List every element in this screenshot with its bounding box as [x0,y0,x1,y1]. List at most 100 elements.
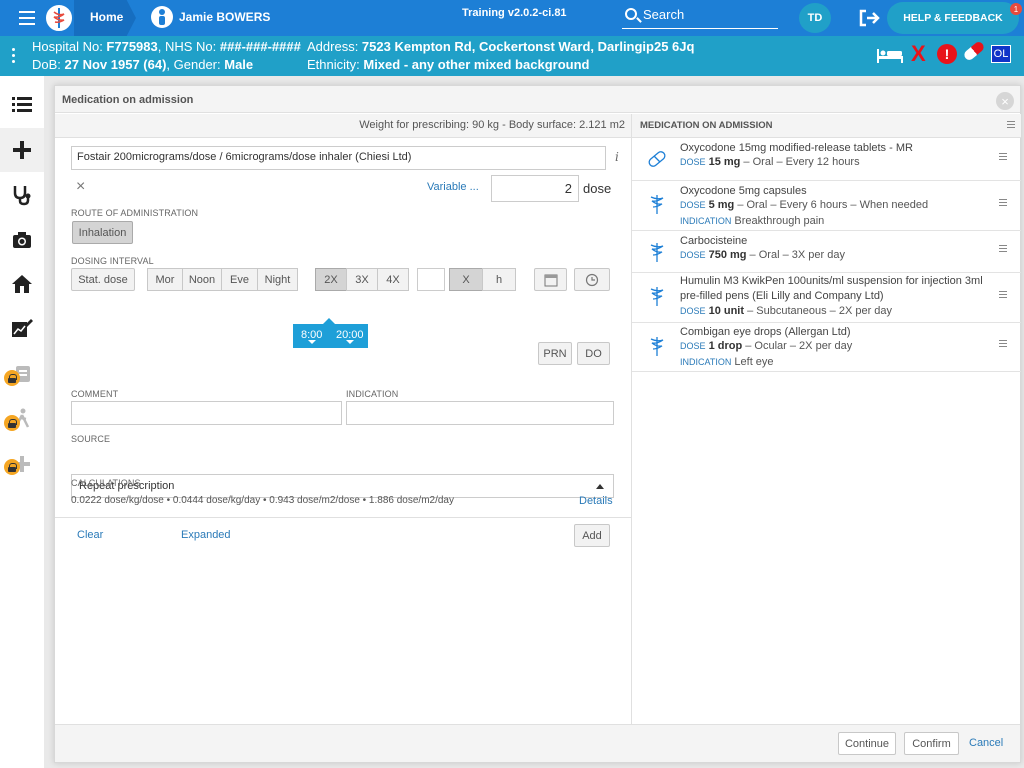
medication-dose-line: DOSE 750 mg – Oral – 3X per day [680,249,845,261]
freq-3x-button[interactable]: 3X [346,268,378,291]
top-bar: Home Jamie BOWERS Training v2.0.2-ci.81 … [0,0,1024,36]
menu-icon[interactable] [999,245,1007,254]
alert-icon[interactable]: ! [937,44,957,64]
interval-hours-button[interactable]: h [482,268,516,291]
time-of-day-group: Mor Noon Eve Night [147,268,298,291]
patient-name[interactable]: Jamie BOWERS [179,10,270,24]
weight-text: Weight for prescribing: 90 kg - Body sur… [359,119,625,131]
add-button[interactable]: Add [574,524,610,547]
dose-field[interactable]: 2 [491,175,579,202]
administration-times: 8:00 20:00 [293,318,368,348]
hamburger-menu-icon[interactable] [19,11,35,25]
dob-line: DoB: 27 Nov 1957 (64), Gender: Male [32,57,254,72]
list-icon[interactable] [0,82,44,126]
gender: Male [224,57,254,72]
route-label: ROUTE OF ADMINISTRATION [71,208,199,218]
banner-menu-icon[interactable] [12,48,16,66]
noon-button[interactable]: Noon [182,268,222,291]
tasks-icon[interactable] [0,352,44,396]
stat-dose-button[interactable]: Stat. dose [71,268,135,291]
pill-icon[interactable] [962,40,986,62]
cancel-link[interactable]: Cancel [969,737,1003,749]
modal-header: Medication on admission × [55,86,1020,113]
address-line: Address: 7523 Kempton Rd, Cockertonst Wa… [307,39,695,54]
variable-dose-link[interactable]: Variable ... [427,181,479,193]
menu-icon[interactable] [999,291,1007,300]
close-icon[interactable]: × [996,92,1014,110]
modal-footer: Continue Confirm Cancel [55,724,1020,762]
medication-list-header: MEDICATION ON ADMISSION [632,114,1021,138]
chevron-down-icon[interactable] [346,340,354,344]
medication-item[interactable]: Oxycodone 15mg modified-release tablets … [632,138,1021,181]
chevron-down-icon[interactable] [308,340,316,344]
menu-icon[interactable] [999,153,1007,162]
lock-icon [4,459,20,475]
interval-unit-group: X h [449,268,516,291]
walking-icon[interactable] [0,397,44,441]
medication-name: Combigan eye drops (Allergan Ltd) [680,326,851,338]
weight-bar: Weight for prescribing: 90 kg - Body sur… [55,114,631,138]
time-schedule-button[interactable] [574,268,610,291]
confirm-button[interactable]: Confirm [904,732,959,755]
left-sidebar [0,76,44,768]
medication-item[interactable]: Combigan eye drops (Allergan Ltd) DOSE 1… [632,323,1021,372]
night-button[interactable]: Night [257,268,298,291]
calculations-text: 0.0222 dose/kg/dose • 0.0444 dose/kg/day… [71,495,454,506]
edit-chart-icon[interactable] [0,306,44,350]
search-label: Search [643,7,685,22]
route-inhalation-button[interactable]: Inhalation [72,221,133,244]
form-divider [55,517,631,518]
help-feedback-button[interactable]: HELP & FEEDBACK [887,2,1019,34]
allergy-x-icon[interactable]: X [911,41,926,67]
address: 7523 Kempton Rd, Cockertonst Ward, Darli… [361,39,695,54]
search-box[interactable]: Search [622,5,778,29]
comment-label: COMMENT [71,389,119,399]
clock-icon [585,273,599,286]
morning-button[interactable]: Mor [147,268,183,291]
indication-input[interactable] [346,401,614,425]
stethoscope-icon[interactable] [0,173,44,217]
medication-dose-line: DOSE 1 drop – Ocular – 2X per day [680,340,853,352]
lock-icon [4,415,20,431]
medication-indication-line: INDICATION Breakthrough pain [680,215,825,227]
bed-icon[interactable] [876,47,904,63]
interval-number-input[interactable] [417,268,445,291]
do-button[interactable]: DO [577,342,610,365]
add-icon[interactable] [0,442,44,486]
logout-icon[interactable] [858,9,880,27]
medication-item[interactable]: Oxycodone 5mg capsules DOSE 5 mg – Oral … [632,181,1021,231]
ol-badge[interactable]: OL [991,45,1011,63]
date-of-birth: 27 Nov 1957 (64) [64,57,167,72]
calendar-button[interactable] [534,268,567,291]
expanded-link[interactable]: Expanded [181,529,231,541]
medication-item[interactable]: Carbocisteine DOSE 750 mg – Oral – 3X pe… [632,231,1021,273]
info-icon[interactable]: i [615,150,619,164]
camera-icon[interactable] [0,218,44,262]
evening-button[interactable]: Eve [221,268,258,291]
medication-indication-line: INDICATION Left eye [680,356,774,368]
caduceus-icon [650,243,664,262]
freq-2x-button[interactable]: 2X [315,268,347,291]
interval-x-button[interactable]: X [449,268,483,291]
menu-icon[interactable] [1007,121,1015,130]
home-link[interactable]: Home [90,10,123,24]
medication-name: Oxycodone 5mg capsules [680,185,807,197]
menu-icon[interactable] [999,199,1007,208]
details-link[interactable]: Details [579,495,613,507]
drug-field[interactable]: Fostair 200micrograms/dose / 6micrograms… [71,146,606,170]
medication-dose-line: DOSE 10 unit – Subcutaneous – 2X per day [680,305,893,317]
app-logo-icon[interactable] [44,3,74,33]
comment-input[interactable] [71,401,342,425]
menu-icon[interactable] [999,340,1007,349]
clear-drug-icon[interactable]: × [76,178,85,196]
clear-link[interactable]: Clear [77,529,103,541]
medication-item[interactable]: Humulin M3 KwikPen 100units/ml suspensio… [632,273,1021,323]
plus-icon[interactable] [0,128,44,172]
home-icon[interactable] [0,262,44,306]
dose-unit: dose [583,181,612,196]
user-avatar[interactable]: TD [799,3,831,33]
patient-icon [151,6,173,28]
continue-button[interactable]: Continue [838,732,896,755]
freq-4x-button[interactable]: 4X [377,268,409,291]
prn-button[interactable]: PRN [538,342,572,365]
